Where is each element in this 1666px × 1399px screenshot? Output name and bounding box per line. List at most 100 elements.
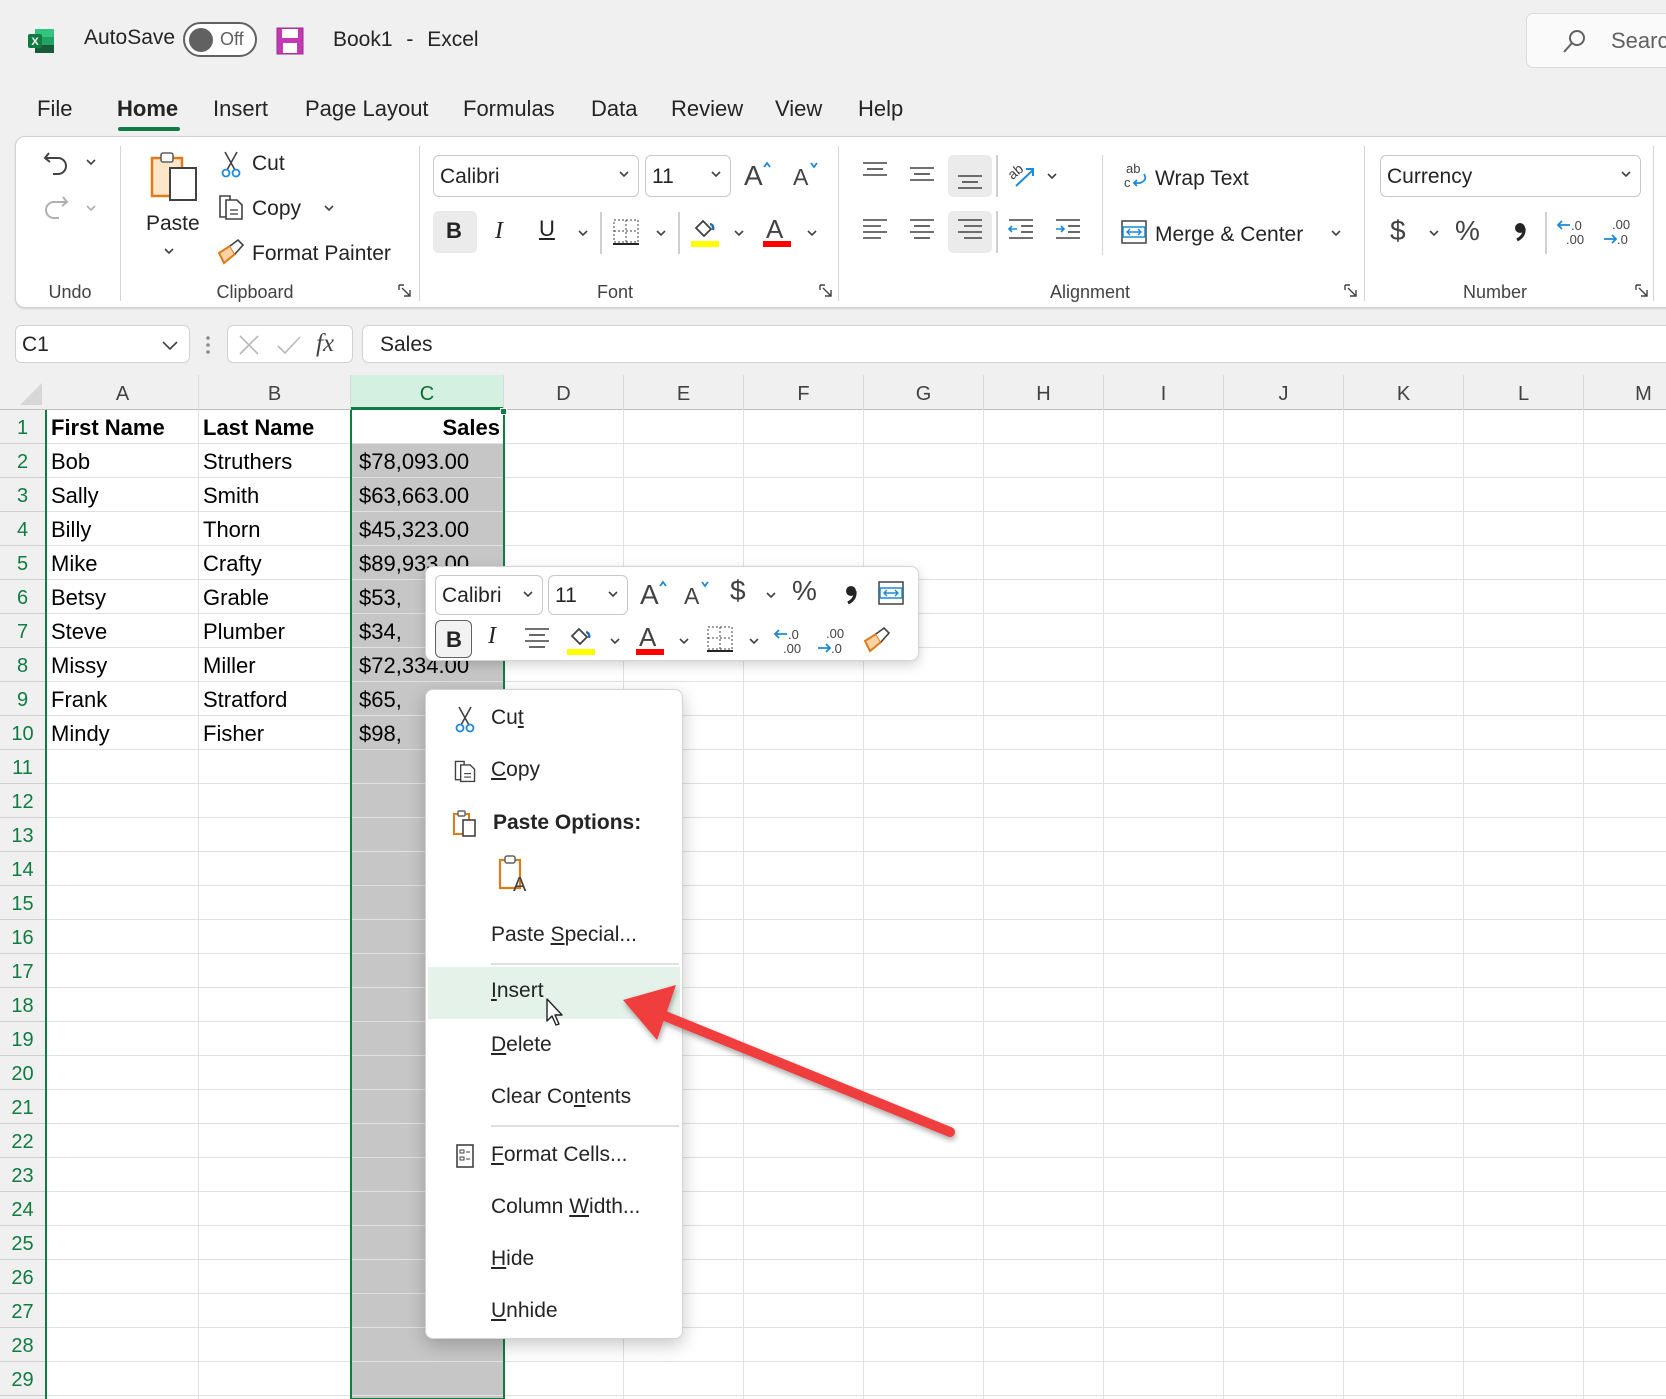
align-right-icon[interactable] bbox=[955, 216, 985, 244]
search-box[interactable]: Search bbox=[1526, 13, 1666, 68]
decrease-indent-icon[interactable] bbox=[1006, 216, 1036, 244]
align-top-icon[interactable] bbox=[860, 157, 890, 185]
font-color-dropdown-icon[interactable] bbox=[806, 229, 818, 237]
cell-b5[interactable]: Crafty bbox=[203, 546, 347, 580]
menu-item-clear-contents[interactable]: Clear Contents bbox=[428, 1073, 680, 1123]
fill-handle[interactable] bbox=[500, 408, 507, 415]
undo-icon[interactable] bbox=[40, 146, 72, 178]
decrease-font-size-icon[interactable]: A bbox=[790, 158, 822, 190]
row-header-19[interactable]: 19 bbox=[0, 1022, 45, 1056]
mini-font-size-dropdown[interactable]: 11 bbox=[548, 575, 628, 615]
row-header-24[interactable]: 24 bbox=[0, 1192, 45, 1226]
borders-icon[interactable] bbox=[612, 218, 640, 246]
row-header-10[interactable]: 10 bbox=[0, 716, 45, 750]
align-left-icon[interactable] bbox=[860, 216, 890, 244]
mini-fill-color-icon[interactable] bbox=[566, 622, 596, 656]
mini-decrease-font-icon[interactable]: A bbox=[681, 577, 713, 609]
mini-format-painter-icon[interactable] bbox=[862, 625, 892, 653]
menu-item-copy[interactable]: Copy bbox=[428, 746, 680, 796]
column-header-a[interactable]: A bbox=[47, 375, 199, 410]
increase-decimal-icon[interactable]: .0.00 bbox=[1556, 216, 1588, 248]
row-header-16[interactable]: 16 bbox=[0, 920, 45, 954]
cell-b8[interactable]: Miller bbox=[203, 648, 347, 682]
align-center-icon[interactable] bbox=[907, 216, 937, 244]
cell-b3[interactable]: Smith bbox=[203, 478, 347, 512]
mini-percent-button[interactable]: % bbox=[792, 575, 817, 607]
tab-review[interactable]: Review bbox=[671, 96, 743, 122]
tab-data[interactable]: Data bbox=[591, 96, 637, 122]
row-header-12[interactable]: 12 bbox=[0, 784, 45, 818]
accounting-dropdown-icon[interactable] bbox=[1428, 229, 1440, 237]
paste-button[interactable]: Paste bbox=[146, 212, 200, 236]
column-header-k[interactable]: K bbox=[1344, 375, 1464, 410]
font-size-dropdown[interactable]: 11 bbox=[645, 155, 731, 197]
cell-a10[interactable]: Mindy bbox=[51, 716, 195, 750]
mini-font-color-dropdown-icon[interactable] bbox=[678, 637, 690, 645]
redo-dropdown-icon[interactable] bbox=[85, 204, 97, 212]
row-header-22[interactable]: 22 bbox=[0, 1124, 45, 1158]
insert-function-button[interactable]: fx bbox=[316, 330, 334, 358]
paste-icon[interactable] bbox=[148, 150, 200, 206]
mini-bold-button[interactable]: B bbox=[435, 620, 472, 658]
tab-home[interactable]: Home bbox=[117, 96, 178, 122]
font-name-dropdown[interactable]: Calibri bbox=[433, 155, 639, 197]
orientation-icon[interactable]: ab bbox=[1006, 158, 1038, 190]
column-header-f[interactable]: F bbox=[744, 375, 864, 410]
cell-b2[interactable]: Struthers bbox=[203, 444, 347, 478]
formula-input[interactable]: Sales bbox=[362, 325, 1666, 363]
row-header-8[interactable]: 8 bbox=[0, 648, 45, 682]
merge-center-dropdown-icon[interactable] bbox=[1330, 229, 1342, 237]
cell-b6[interactable]: Grable bbox=[203, 580, 347, 614]
row-header-23[interactable]: 23 bbox=[0, 1158, 45, 1192]
save-icon[interactable] bbox=[275, 26, 305, 56]
column-header-i[interactable]: I bbox=[1104, 375, 1224, 410]
underline-button[interactable]: U bbox=[539, 216, 555, 242]
row-header-6[interactable]: 6 bbox=[0, 580, 45, 614]
align-middle-icon[interactable] bbox=[907, 160, 937, 188]
wrap-text-button[interactable]: Wrap Text bbox=[1155, 167, 1249, 191]
paste-option-keep-text[interactable]: A bbox=[428, 848, 680, 908]
row-header-18[interactable]: 18 bbox=[0, 988, 45, 1022]
cell-a3[interactable]: Sally bbox=[51, 478, 195, 512]
mini-borders-dropdown-icon[interactable] bbox=[748, 637, 760, 645]
menu-item-unhide[interactable]: Unhide bbox=[428, 1287, 680, 1337]
column-header-e[interactable]: E bbox=[624, 375, 744, 410]
row-header-9[interactable]: 9 bbox=[0, 682, 45, 716]
cell-a1[interactable]: First Name bbox=[51, 410, 195, 444]
decrease-decimal-icon[interactable]: .00.0 bbox=[1602, 216, 1634, 248]
cut-button[interactable]: Cut bbox=[252, 152, 285, 176]
tab-formulas[interactable]: Formulas bbox=[463, 96, 555, 122]
column-header-b[interactable]: B bbox=[199, 375, 351, 410]
name-box[interactable]: C1 bbox=[15, 325, 190, 363]
cell-a2[interactable]: Bob bbox=[51, 444, 195, 478]
tab-view[interactable]: View bbox=[775, 96, 822, 122]
row-header-17[interactable]: 17 bbox=[0, 954, 45, 988]
mini-merge-center-icon[interactable] bbox=[877, 579, 905, 607]
mini-font-name-dropdown[interactable]: Calibri bbox=[435, 575, 543, 615]
row-header-27[interactable]: 27 bbox=[0, 1294, 45, 1328]
mini-increase-decimal-icon[interactable]: .0.00 bbox=[773, 625, 805, 657]
orientation-dropdown-icon[interactable] bbox=[1046, 172, 1058, 180]
column-header-c[interactable]: C bbox=[351, 375, 504, 410]
fill-color-icon[interactable] bbox=[690, 214, 720, 248]
row-header-1[interactable]: 1 bbox=[0, 410, 45, 444]
mini-center-icon[interactable] bbox=[522, 625, 552, 653]
enter-checkmark-icon[interactable] bbox=[276, 334, 302, 356]
borders-dropdown-icon[interactable] bbox=[655, 229, 667, 237]
row-header-4[interactable]: 4 bbox=[0, 512, 45, 546]
menu-item-column-width[interactable]: Column Width... bbox=[428, 1183, 680, 1233]
cell-a6[interactable]: Betsy bbox=[51, 580, 195, 614]
accounting-format-button[interactable]: $ bbox=[1390, 215, 1406, 247]
font-launcher-icon[interactable] bbox=[819, 284, 833, 298]
number-launcher-icon[interactable] bbox=[1635, 284, 1649, 298]
menu-item-cut[interactable]: Cut bbox=[428, 694, 680, 744]
tab-page-layout[interactable]: Page Layout bbox=[305, 96, 429, 122]
increase-font-size-icon[interactable]: A bbox=[742, 158, 774, 190]
column-header-g[interactable]: G bbox=[864, 375, 984, 410]
cancel-icon[interactable] bbox=[238, 334, 260, 356]
merge-center-button[interactable]: Merge & Center bbox=[1155, 223, 1303, 247]
mini-borders-icon[interactable] bbox=[706, 625, 734, 653]
number-format-dropdown[interactable]: Currency bbox=[1380, 155, 1641, 197]
column-header-j[interactable]: J bbox=[1224, 375, 1344, 410]
font-color-icon[interactable]: A bbox=[762, 214, 792, 248]
